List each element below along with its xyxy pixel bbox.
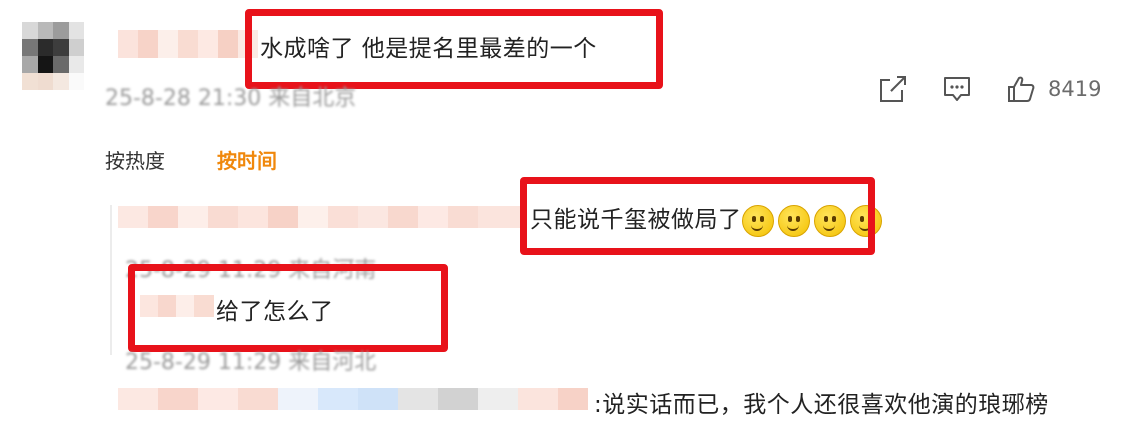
highlight-box (520, 177, 875, 255)
reply-text: :说实话而已，我个人还很喜欢他演的琅琊榜 (594, 392, 1049, 418)
redacted-username[interactable] (118, 206, 520, 228)
reply-meta: 25-8-29 11:29 来自河北 (125, 350, 377, 375)
comment-icon[interactable] (942, 74, 972, 104)
comment-meta: 25-8-28 21:30 来自北京 (105, 86, 357, 111)
redacted-username[interactable] (118, 30, 258, 58)
tab-sort-by-hot[interactable]: 按热度 (105, 145, 165, 174)
highlight-box (128, 264, 448, 352)
highlight-box (245, 9, 663, 89)
tab-sort-by-time[interactable]: 按时间 (217, 145, 277, 174)
reply-thread-line (110, 205, 112, 355)
like-icon[interactable] (1006, 74, 1036, 104)
share-icon[interactable] (878, 74, 908, 104)
avatar[interactable] (22, 22, 84, 90)
like-count: 8419 (1048, 77, 1102, 101)
redacted-username[interactable] (118, 388, 588, 410)
